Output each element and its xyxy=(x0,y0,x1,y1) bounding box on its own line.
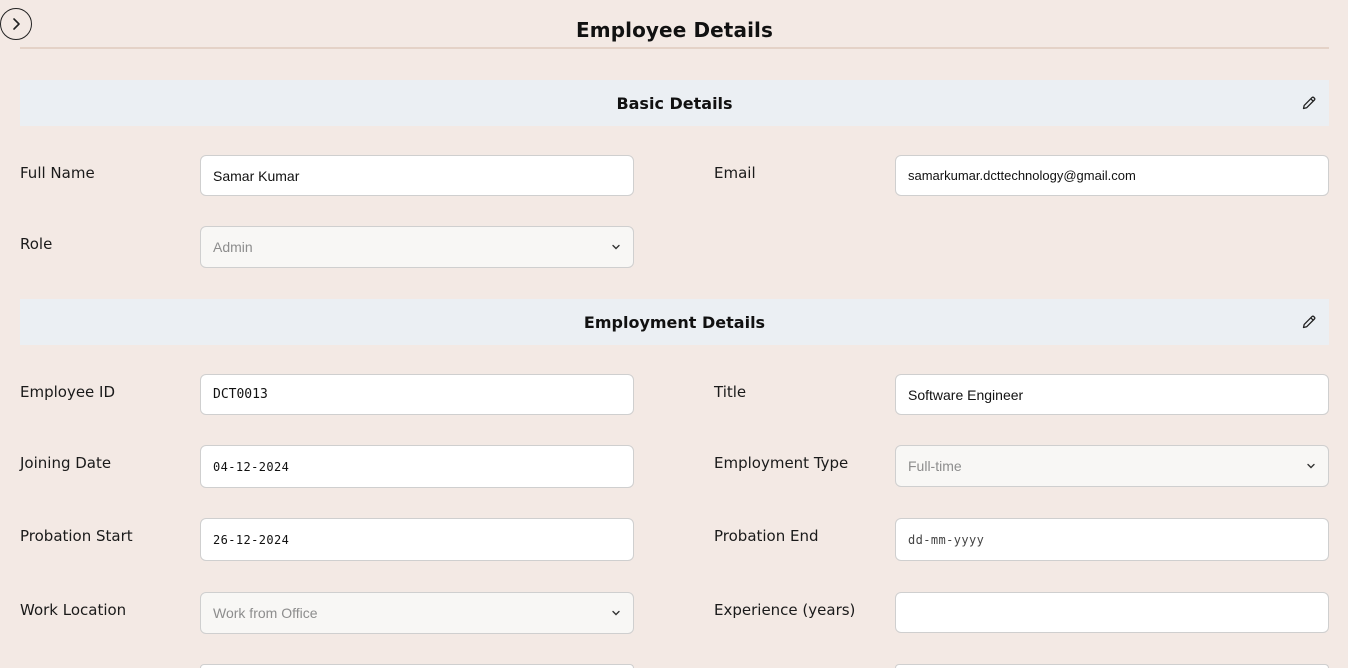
employment-details-title: Employment Details xyxy=(583,312,766,332)
title-label: Title xyxy=(714,383,747,401)
employment-type-select[interactable]: Full-time xyxy=(895,445,1329,487)
full-name-input[interactable]: Samar Kumar xyxy=(200,155,634,196)
title-divider xyxy=(20,47,1329,49)
employment-type-label: Employment Type xyxy=(714,454,849,472)
probation-start-input[interactable]: 26-12-2024 xyxy=(200,518,634,561)
edit-basic-details-button[interactable] xyxy=(1299,93,1319,113)
email-input[interactable]: samarkumar.dcttechnology@gmail.com xyxy=(895,155,1329,196)
employee-id-input[interactable]: DCT0013 xyxy=(200,374,634,415)
next-field-input[interactable] xyxy=(200,664,634,668)
probation-start-label: Probation Start xyxy=(20,527,133,545)
joining-date-input[interactable]: 04-12-2024 xyxy=(200,445,634,488)
edit-employment-details-button[interactable] xyxy=(1299,312,1319,332)
experience-label: Experience (years) xyxy=(714,601,856,619)
role-label: Role xyxy=(20,235,53,253)
role-select[interactable]: Admin xyxy=(200,226,634,268)
email-label: Email xyxy=(714,164,756,182)
basic-details-header: Basic Details xyxy=(20,80,1329,126)
work-location-value: Work from Office xyxy=(213,605,318,621)
probation-end-input[interactable]: dd-mm-yyyy xyxy=(895,518,1329,561)
full-name-label: Full Name xyxy=(20,164,95,182)
employee-id-label: Employee ID xyxy=(20,383,116,401)
basic-details-title: Basic Details xyxy=(616,93,733,113)
chevron-down-icon xyxy=(612,610,620,616)
probation-end-label: Probation End xyxy=(714,527,819,545)
employment-type-value: Full-time xyxy=(908,458,962,474)
role-select-value: Admin xyxy=(213,239,253,255)
employment-details-header: Employment Details xyxy=(20,299,1329,345)
chevron-down-icon xyxy=(612,244,620,250)
experience-input[interactable] xyxy=(895,592,1329,633)
work-location-select[interactable]: Work from Office xyxy=(200,592,634,634)
joining-date-label: Joining Date xyxy=(20,454,112,472)
title-input[interactable]: Software Engineer xyxy=(895,374,1329,415)
next-field-input[interactable] xyxy=(895,664,1329,668)
pencil-icon xyxy=(1302,96,1316,110)
work-location-label: Work Location xyxy=(20,601,127,619)
page-title: Employee Details xyxy=(576,18,773,42)
pencil-icon xyxy=(1302,315,1316,329)
chevron-down-icon xyxy=(1307,463,1315,469)
